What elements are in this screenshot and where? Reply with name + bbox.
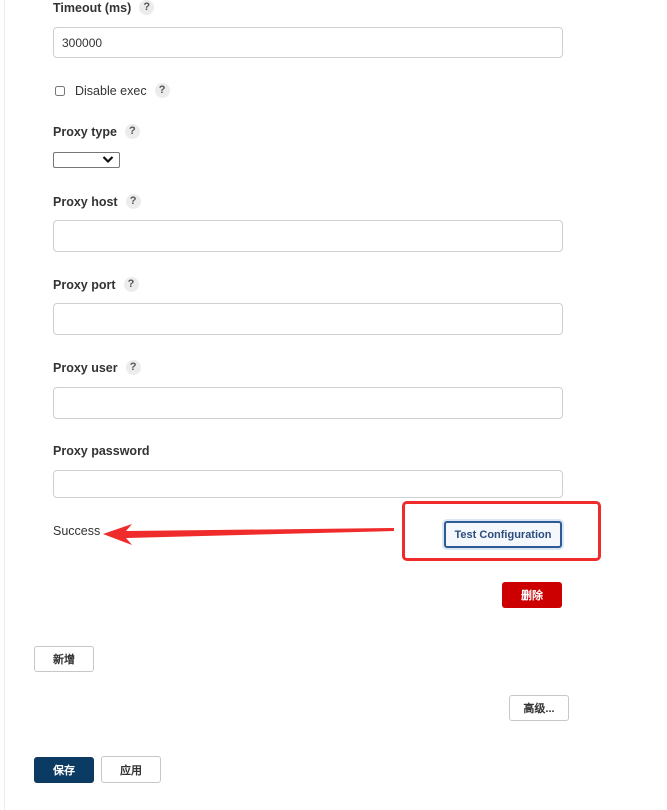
proxy-host-label-text: Proxy host [53,194,118,209]
proxy-port-input[interactable] [53,303,563,335]
timeout-label: Timeout (ms) ? [53,0,155,15]
timeout-input[interactable] [53,27,563,58]
proxy-type-label-text: Proxy type [53,124,117,139]
add-button[interactable]: 新增 [34,646,94,672]
apply-button[interactable]: 应用 [101,756,161,783]
proxy-user-label: Proxy user ? [53,360,141,375]
save-button[interactable]: 保存 [34,757,94,783]
proxy-password-label: Proxy password [53,444,150,458]
proxy-type-select[interactable] [53,152,120,168]
proxy-type-label: Proxy type ? [53,124,140,139]
disable-exec-row: Disable exec ? [55,83,170,98]
help-icon[interactable]: ? [154,83,170,98]
help-icon[interactable]: ? [124,124,140,139]
advanced-button[interactable]: 高级... [509,695,569,721]
page-left-border [4,0,5,810]
disable-exec-checkbox[interactable] [55,85,65,96]
proxy-host-input[interactable] [53,220,563,252]
proxy-password-label-text: Proxy password [53,444,150,458]
delete-button[interactable]: 删除 [502,582,562,608]
proxy-port-label-text: Proxy port [53,277,116,292]
proxy-port-label: Proxy port ? [53,277,139,292]
proxy-user-label-text: Proxy user [53,360,118,375]
proxy-password-input[interactable] [53,470,563,498]
chevron-down-icon [102,156,114,164]
timeout-label-text: Timeout (ms) [53,0,132,15]
help-icon[interactable]: ? [123,277,139,292]
annotation-arrow [103,524,394,545]
test-configuration-button[interactable]: Test Configuration [444,521,562,548]
proxy-host-label: Proxy host ? [53,194,141,209]
proxy-user-input[interactable] [53,387,563,419]
help-icon[interactable]: ? [139,0,155,15]
help-icon[interactable]: ? [125,360,141,375]
disable-exec-label: Disable exec [75,83,147,98]
help-icon[interactable]: ? [125,194,141,209]
validation-status: Success [53,524,101,538]
